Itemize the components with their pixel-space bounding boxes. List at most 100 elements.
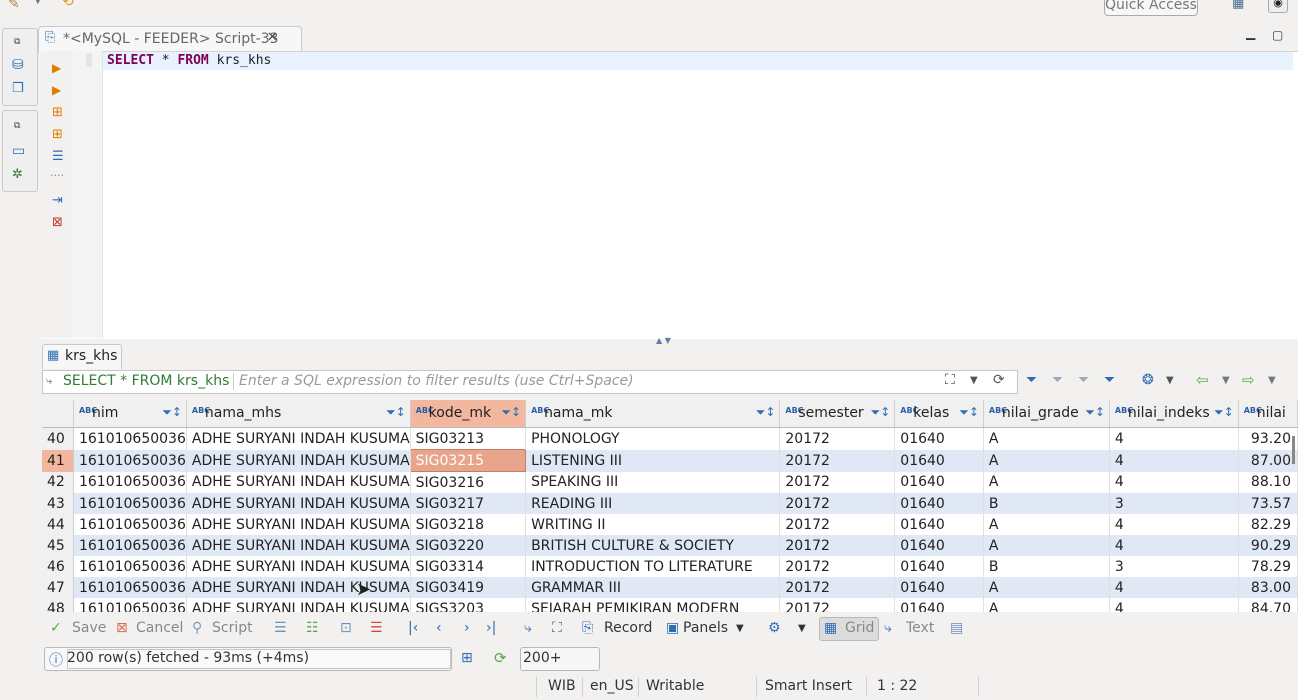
cell-nim[interactable]: 161010650036 bbox=[73, 449, 187, 472]
row-number[interactable]: 42 bbox=[42, 471, 74, 493]
database-navigator-icon[interactable]: ⛁ bbox=[12, 57, 24, 73]
table-row[interactable]: 42 161010650036 ADHE SURYANI INDAH KUSUM… bbox=[42, 471, 1298, 493]
last-page-icon[interactable]: ›| bbox=[486, 620, 496, 636]
cell-nama-mk[interactable]: GRAMMAR III bbox=[525, 577, 781, 598]
cell-kelas[interactable]: 01640 bbox=[894, 577, 984, 598]
cell-nama-mk[interactable]: BRITISH CULTURE & SOCIETY bbox=[525, 535, 781, 556]
cell-nim[interactable]: 161010650036 bbox=[73, 471, 187, 493]
restore-icon[interactable]: ⧉ bbox=[14, 37, 20, 47]
cell-nilai[interactable]: 73.57 bbox=[1238, 493, 1298, 514]
column-header-kode-mk[interactable]: ABC kode_mk ⏷↕ bbox=[410, 400, 527, 428]
lightbulb-icon[interactable]: ⟲ bbox=[62, 0, 74, 10]
cell-nilai-grade[interactable]: A bbox=[983, 427, 1110, 450]
next-page-icon[interactable]: › bbox=[464, 620, 470, 636]
execute-script-icon[interactable]: ⊞ bbox=[52, 105, 63, 120]
cell-nilai-indeks[interactable]: 3 bbox=[1109, 556, 1239, 577]
delete-row-icon[interactable]: ☰ bbox=[370, 620, 383, 636]
cell-kelas[interactable]: 01640 bbox=[894, 535, 984, 556]
cell-nama-mhs[interactable]: ADHE SURYANI INDAH KUSUMA bbox=[186, 514, 411, 535]
filter-settings-icon[interactable]: ⏷ bbox=[1104, 372, 1115, 388]
quick-access-button[interactable]: Quick Access bbox=[1104, 0, 1198, 16]
cell-kode-mk[interactable]: SIG03314 bbox=[410, 556, 527, 577]
database-perspective-icon[interactable]: ◉ bbox=[1268, 0, 1288, 13]
export-icon[interactable]: ⇥ bbox=[52, 193, 63, 208]
cell-nama-mhs[interactable]: ADHE SURYANI INDAH KUSUMA bbox=[186, 471, 411, 493]
settings-dropdown-icon[interactable]: ▼ bbox=[798, 623, 806, 634]
cell-nilai-grade[interactable]: B bbox=[983, 556, 1110, 577]
close-results-icon[interactable]: ⊠ bbox=[52, 215, 63, 230]
cell-nilai-grade[interactable]: A bbox=[983, 471, 1110, 493]
cell-nama-mk[interactable]: SEJARAH PEMIKIRAN MODERN bbox=[525, 598, 781, 612]
vertical-scrollbar[interactable] bbox=[1292, 436, 1295, 464]
cell-kode-mk[interactable]: SIG03419 bbox=[410, 577, 527, 598]
cell-kode-mk[interactable]: SIGS3203 bbox=[410, 598, 527, 612]
cell-semester[interactable]: 20172 bbox=[779, 556, 896, 577]
cell-kode-mk[interactable]: SIG03218 bbox=[410, 514, 527, 535]
column-header-kelas[interactable]: ABC kelas ⏷↕ bbox=[894, 400, 984, 428]
outline-icon[interactable]: ▭ bbox=[12, 143, 25, 159]
column-filter-icon[interactable]: ⏷↕ bbox=[871, 405, 891, 420]
column-header-nim[interactable]: ABC nim ⏷↕ bbox=[73, 400, 187, 428]
cell-nim[interactable]: 161010650036 bbox=[73, 427, 187, 450]
cell-nilai-grade[interactable]: A bbox=[983, 598, 1110, 612]
perspective-icon[interactable]: ▦ bbox=[1232, 0, 1244, 11]
cell-nama-mk[interactable]: PHONOLOGY bbox=[525, 427, 781, 450]
column-filter-icon[interactable]: ⏷↕ bbox=[501, 405, 521, 420]
navigate-link-icon[interactable]: ❂ bbox=[1142, 372, 1154, 388]
cell-nilai[interactable]: 83.00 bbox=[1238, 577, 1298, 598]
cell-nama-mhs[interactable]: ADHE SURYANI INDAH KUSUMA bbox=[186, 598, 411, 612]
add-row-icon[interactable]: ☷ bbox=[306, 620, 319, 636]
cell-nilai-indeks[interactable]: 4 bbox=[1109, 598, 1239, 612]
cell-semester[interactable]: 20172 bbox=[779, 598, 896, 612]
column-header-nilai-grade[interactable]: ABC nilai_grade ⏷↕ bbox=[983, 400, 1110, 428]
cell-kelas[interactable]: 01640 bbox=[894, 514, 984, 535]
settings-gear-icon[interactable]: ⚙ bbox=[768, 620, 781, 636]
previous-page-icon[interactable]: ‹ bbox=[436, 620, 442, 636]
column-filter-icon[interactable]: ⏷↕ bbox=[162, 405, 182, 420]
cell-nim[interactable]: 161010650036 bbox=[73, 598, 187, 612]
cell-nilai[interactable]: 93.20 bbox=[1238, 427, 1298, 450]
row-number[interactable]: 46 bbox=[42, 556, 74, 577]
projects-icon[interactable]: ❐ bbox=[12, 81, 24, 96]
cell-kelas[interactable]: 01640 bbox=[894, 493, 984, 514]
cell-nilai-grade[interactable]: B bbox=[983, 493, 1110, 514]
debug-icon[interactable]: ✲ bbox=[12, 167, 23, 182]
cell-nim[interactable]: 161010650036 bbox=[73, 493, 187, 514]
editor-tab-script[interactable]: ⎘ *<MySQL - FEEDER> Script-33 ✕ bbox=[38, 26, 302, 53]
cell-semester[interactable]: 20172 bbox=[779, 514, 896, 535]
sql-editor[interactable] bbox=[42, 51, 1298, 339]
cell-kode-mk[interactable]: SIG03216 bbox=[410, 471, 527, 493]
clear-filter-icon[interactable]: ⏷ bbox=[1052, 372, 1063, 388]
cell-nilai-grade[interactable]: A bbox=[983, 449, 1110, 472]
execute-statement-icon[interactable]: ▶ bbox=[52, 61, 61, 75]
column-filter-icon[interactable]: ⏷↕ bbox=[1085, 405, 1105, 420]
cell-semester[interactable]: 20172 bbox=[779, 471, 896, 493]
column-filter-icon[interactable]: ⏷↕ bbox=[959, 405, 979, 420]
cell-nilai-indeks[interactable]: 4 bbox=[1109, 471, 1239, 493]
maximize-icon[interactable]: ▢ bbox=[1272, 28, 1283, 42]
cell-kode-mk[interactable]: SIG03220 bbox=[410, 535, 527, 556]
cell-kelas[interactable]: 01640 bbox=[894, 556, 984, 577]
table-row[interactable]: 40 161010650036 ADHE SURYANI INDAH KUSUM… bbox=[42, 427, 1298, 450]
table-row-selected[interactable]: 41 161010650036 ADHE SURYANI INDAH KUSUM… bbox=[42, 449, 1298, 472]
dropdown-arrow-icon[interactable]: ▼ bbox=[34, 0, 42, 6]
results-grid[interactable]: ABC nim ⏷↕ ABC nama_mhs ⏷↕ ABC kode_mk ⏷↕ ABC n… bbox=[42, 400, 1298, 612]
fetch-size-field[interactable]: 200+ bbox=[520, 647, 600, 671]
edit-row-icon[interactable]: ☰ bbox=[274, 620, 287, 636]
explain-plan-icon[interactable]: ☰ bbox=[52, 149, 64, 164]
cell-nama-mhs[interactable]: ADHE SURYANI INDAH KUSUMA bbox=[186, 427, 411, 450]
execute-script-new-tab-icon[interactable]: ⊞ bbox=[52, 127, 63, 142]
panel-layout-icon[interactable]: ▤ bbox=[950, 620, 963, 636]
splitter-handle-icon[interactable]: ▲ ▼ bbox=[656, 336, 671, 345]
row-number[interactable]: 48 bbox=[42, 598, 74, 612]
cell-kode-mk[interactable]: SIG03217 bbox=[410, 493, 527, 514]
panels-dropdown-icon[interactable]: ▼ bbox=[736, 623, 744, 634]
column-header-nama-mk[interactable]: ABC nama_mk ⏷↕ bbox=[525, 400, 781, 428]
cell-nilai[interactable]: 90.29 bbox=[1238, 535, 1298, 556]
table-row[interactable]: 47 161010650036 ADHE SURYANI INDAH KUSUM… bbox=[42, 577, 1298, 598]
cell-nilai-indeks[interactable]: 4 bbox=[1109, 577, 1239, 598]
execute-new-tab-icon[interactable]: ▶ bbox=[52, 83, 61, 97]
refresh-icon[interactable]: ⟳ bbox=[993, 372, 1005, 388]
column-filter-icon[interactable]: ⏷↕ bbox=[1214, 405, 1234, 420]
cell-nilai-indeks[interactable]: 4 bbox=[1109, 514, 1239, 535]
